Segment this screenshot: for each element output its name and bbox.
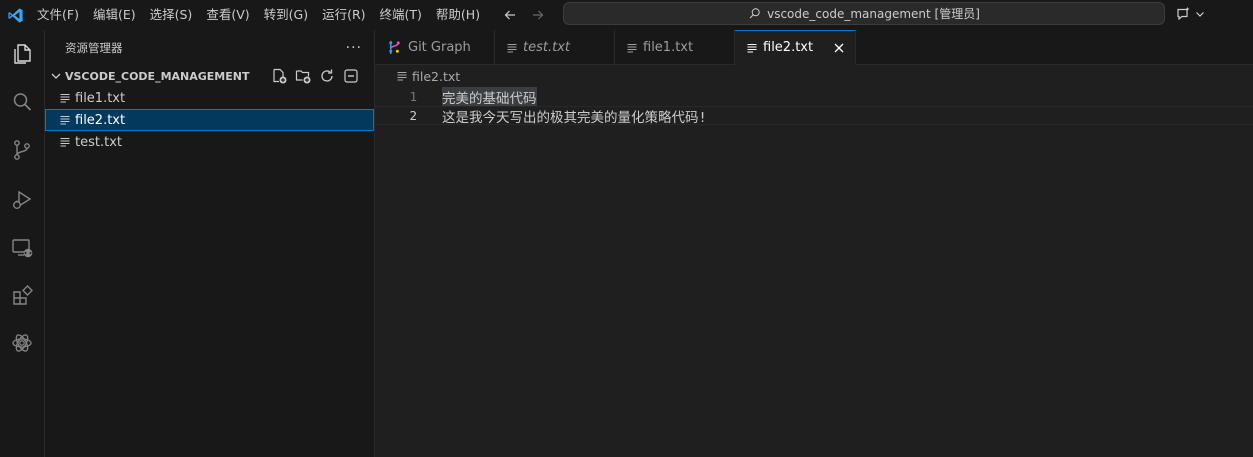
text-file-icon — [60, 115, 70, 125]
line-number: 2 — [409, 108, 417, 123]
code-line-current[interactable]: 2 这是我今天写出的极其完美的量化策略代码! — [375, 106, 1253, 126]
text-file-icon — [627, 43, 637, 53]
command-center[interactable]: vscode_code_management [管理员] — [563, 2, 1165, 25]
editor-area: Git Graph test.txt file1.txt file2.txt f… — [375, 30, 1253, 457]
more-actions-icon[interactable]: ··· — [346, 40, 362, 56]
file-item-test[interactable]: test.txt — [45, 131, 374, 153]
menu-go[interactable]: 转到(G) — [257, 0, 315, 30]
vscode-logo-icon — [0, 0, 30, 30]
tab-file1-txt[interactable]: file1.txt — [615, 30, 735, 65]
menu-edit[interactable]: 编辑(E) — [86, 0, 143, 30]
file-item-label: test.txt — [75, 134, 122, 150]
activity-bar — [0, 30, 45, 457]
text-file-icon — [60, 137, 70, 147]
text-file-icon — [747, 43, 757, 53]
menu-file[interactable]: 文件(F) — [30, 0, 86, 30]
collapse-all-icon[interactable] — [342, 67, 360, 85]
extensions-icon[interactable] — [8, 282, 36, 310]
close-icon[interactable] — [831, 40, 847, 56]
new-folder-icon[interactable] — [294, 67, 312, 85]
remote-explorer-icon[interactable] — [8, 234, 36, 262]
sidebar-title: 资源管理器 — [65, 40, 123, 55]
tab-label: file2.txt — [763, 40, 814, 55]
run-debug-icon[interactable] — [8, 186, 36, 214]
workspace-folder[interactable]: VSCODE_CODE_MANAGEMENT — [45, 65, 374, 87]
file-item-file2[interactable]: file2.txt — [45, 109, 374, 131]
tab-label: test.txt — [523, 40, 570, 55]
breadcrumb[interactable]: file2.txt — [375, 65, 1253, 87]
refresh-icon[interactable] — [318, 67, 336, 85]
source-control-icon[interactable] — [8, 136, 36, 164]
file-item-label: file2.txt — [75, 112, 126, 128]
chatgpt-icon[interactable] — [8, 329, 36, 357]
file-item-label: file1.txt — [75, 90, 126, 106]
breadcrumb-file[interactable]: file2.txt — [412, 69, 460, 84]
menu-selection[interactable]: 选择(S) — [143, 0, 200, 30]
chevron-down-icon[interactable] — [50, 70, 62, 82]
tab-label: Git Graph — [408, 40, 471, 55]
tab-git-graph[interactable]: Git Graph — [375, 30, 495, 65]
command-center-label: vscode_code_management [管理员] — [767, 7, 980, 21]
search-icon[interactable] — [8, 88, 36, 116]
tab-file2-txt[interactable]: file2.txt — [735, 30, 856, 65]
text-file-icon — [507, 43, 517, 53]
line-text[interactable]: 这是我今天写出的极其完美的量化策略代码! — [442, 106, 707, 126]
back-arrow-icon[interactable] — [501, 6, 519, 24]
new-file-icon[interactable] — [270, 67, 288, 85]
title-bar: 文件(F) 编辑(E) 选择(S) 查看(V) 转到(G) 运行(R) 终端(T… — [0, 0, 1253, 30]
menu-run[interactable]: 运行(R) — [315, 0, 372, 30]
menu-terminal[interactable]: 终端(T) — [373, 0, 429, 30]
tab-label: file1.txt — [643, 40, 694, 55]
editor-tabs: Git Graph test.txt file1.txt file2.txt — [375, 30, 1253, 65]
workspace-folder-name: VSCODE_CODE_MANAGEMENT — [65, 69, 250, 83]
line-number: 1 — [409, 89, 417, 104]
menu-help[interactable]: 帮助(H) — [429, 0, 487, 30]
text-file-icon — [60, 93, 70, 103]
menu-bar: 文件(F) 编辑(E) 选择(S) 查看(V) 转到(G) 运行(R) 终端(T… — [30, 0, 487, 30]
copilot-chat-icon[interactable] — [1175, 5, 1193, 23]
chevron-down-icon[interactable] — [1195, 9, 1205, 19]
menu-view[interactable]: 查看(V) — [199, 0, 256, 30]
text-file-icon — [397, 71, 407, 81]
git-graph-icon — [387, 40, 402, 55]
forward-arrow-icon[interactable] — [529, 6, 547, 24]
sidebar-header: 资源管理器 ··· — [45, 30, 374, 65]
line-text[interactable]: 完美的基础代码 — [442, 86, 537, 107]
tab-test-txt[interactable]: test.txt — [495, 30, 615, 65]
file-item-file1[interactable]: file1.txt — [45, 87, 374, 109]
explorer-sidebar: 资源管理器 ··· VSCODE_CODE_MANAGEMENT file1.t — [45, 30, 375, 457]
explorer-icon[interactable] — [8, 40, 36, 68]
code-line[interactable]: 1 完美的基础代码 — [375, 86, 1253, 107]
search-icon — [748, 7, 761, 20]
